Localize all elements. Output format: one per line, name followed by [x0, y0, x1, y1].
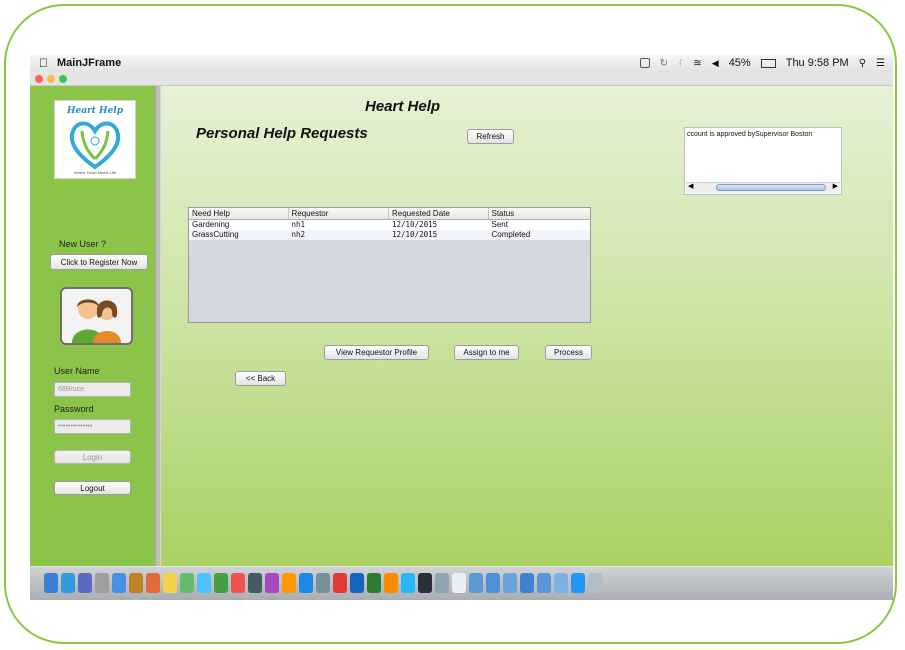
column-header-requested-date[interactable]: Requested Date	[389, 208, 489, 219]
dock-app-icon[interactable]	[367, 573, 381, 593]
notification-center-icon[interactable]: ☰	[876, 58, 885, 69]
dock	[30, 566, 893, 600]
minimize-window-button[interactable]	[47, 75, 55, 83]
battery-icon[interactable]	[760, 58, 776, 68]
cell-status: Completed	[491, 230, 531, 239]
battery-percent: 45%	[728, 57, 751, 69]
sidebar-panel: Heart Help Where Heart Meets Life New Us…	[30, 86, 155, 566]
cell-requested-date: 12/10/2015	[392, 220, 438, 229]
dock-app-icon[interactable]	[129, 573, 143, 593]
scroll-left-icon[interactable]: ◀	[688, 182, 693, 190]
dock-app-icon[interactable]	[248, 573, 262, 593]
table-row[interactable]: GrassCutting nh2 12/10/2015 Completed	[189, 230, 590, 240]
dock-app-icon[interactable]	[384, 573, 398, 593]
cell-requestor: nh1	[291, 220, 306, 229]
dock-app-icon[interactable]	[486, 573, 500, 593]
dock-app-icon[interactable]	[231, 573, 245, 593]
main-window-content: Heart Help Where Heart Meets Life New Us…	[30, 86, 893, 566]
dock-app-icon[interactable]	[61, 573, 75, 593]
dock-app-icon[interactable]	[537, 573, 551, 593]
refresh-button[interactable]: Refresh	[467, 129, 514, 144]
wifi-icon[interactable]: ≋	[693, 58, 701, 69]
assign-to-me-button[interactable]: Assign to me	[454, 345, 519, 360]
dock-icons	[44, 573, 602, 593]
menu-bar:  MainJFrame ↻ ᛮ ≋ ◀ 45% Thu 9:58 PM ⚲ ☰	[30, 55, 893, 72]
dock-app-icon[interactable]	[95, 573, 109, 593]
cell-need-help: GrassCutting	[192, 230, 239, 239]
back-button[interactable]: << Back	[235, 371, 286, 386]
dock-app-icon[interactable]	[112, 573, 126, 593]
section-title: Personal Help Requests	[196, 125, 368, 142]
dock-app-icon[interactable]	[197, 573, 211, 593]
table-header: Need Help Requestor Requested Date Statu…	[189, 208, 590, 220]
window-manager-icon[interactable]	[639, 58, 650, 68]
requests-table: Need Help Requestor Requested Date Statu…	[188, 207, 591, 323]
page-title: Heart Help	[365, 98, 441, 115]
dock-app-icon[interactable]	[554, 573, 568, 593]
volume-icon[interactable]: ◀	[712, 58, 719, 69]
dock-app-icon[interactable]	[435, 573, 449, 593]
dock-app-icon[interactable]	[265, 573, 279, 593]
register-button[interactable]: Click to Register Now	[50, 254, 148, 270]
close-window-button[interactable]	[35, 75, 43, 83]
window-titlebar	[30, 72, 893, 86]
username-input[interactable]: 68Bruce	[54, 382, 131, 397]
dock-app-icon[interactable]	[452, 573, 466, 593]
new-user-label: New User ?	[59, 239, 107, 249]
clock[interactable]: Thu 9:58 PM	[786, 57, 849, 69]
message-text-area[interactable]: ccount is approved bySupervisor Boston ◀…	[684, 127, 842, 195]
horizontal-scrollbar[interactable]: ◀ ▶	[686, 182, 840, 193]
logout-button[interactable]: Logout	[54, 481, 131, 495]
dock-app-icon[interactable]	[503, 573, 517, 593]
avatar	[60, 287, 133, 345]
dock-app-icon[interactable]	[571, 573, 585, 593]
cell-need-help: Gardening	[192, 220, 230, 229]
password-label: Password	[54, 404, 94, 414]
scrollbar-thumb[interactable]	[716, 184, 826, 191]
cell-requestor: nh2	[291, 230, 306, 239]
status-area: ↻ ᛮ ≋ ◀ 45% Thu 9:58 PM ⚲ ☰	[639, 57, 885, 69]
view-requestor-profile-button[interactable]: View Requestor Profile	[324, 345, 429, 360]
password-input[interactable]: ••••••••••••••	[54, 419, 131, 434]
spotlight-search-icon[interactable]: ⚲	[859, 58, 866, 69]
dock-app-icon[interactable]	[146, 573, 160, 593]
process-button[interactable]: Process	[545, 345, 592, 360]
heart-logo-icon	[69, 121, 121, 170]
dock-app-icon[interactable]	[163, 573, 177, 593]
dock-app-icon[interactable]	[180, 573, 194, 593]
dock-app-icon[interactable]	[418, 573, 432, 593]
dock-app-icon[interactable]	[520, 573, 534, 593]
logo-tagline: Where Heart Meets Life	[73, 170, 117, 175]
zoom-window-button[interactable]	[59, 75, 67, 83]
username-label: User Name	[54, 366, 100, 376]
scroll-right-icon[interactable]: ▶	[833, 182, 838, 190]
split-pane-divider[interactable]	[155, 86, 161, 566]
users-avatar-icon	[72, 299, 121, 343]
dock-app-icon[interactable]	[469, 573, 483, 593]
message-text: ccount is approved bySupervisor Boston	[687, 131, 813, 138]
dock-app-icon[interactable]	[316, 573, 330, 593]
column-header-need-help[interactable]: Need Help	[189, 208, 289, 219]
dock-app-icon[interactable]	[401, 573, 415, 593]
cell-status: Sent	[491, 220, 508, 229]
dock-app-icon[interactable]	[333, 573, 347, 593]
heart-help-logo: Heart Help Where Heart Meets Life	[54, 100, 136, 179]
dock-app-icon[interactable]	[350, 573, 364, 593]
app-menu-title[interactable]: MainJFrame	[57, 57, 121, 69]
dock-app-icon[interactable]	[214, 573, 228, 593]
desktop-screen:  MainJFrame ↻ ᛮ ≋ ◀ 45% Thu 9:58 PM ⚲ ☰…	[30, 55, 893, 600]
login-button[interactable]: Login	[54, 450, 131, 464]
dock-app-icon[interactable]	[44, 573, 58, 593]
bluetooth-icon[interactable]: ᛮ	[678, 58, 683, 68]
cell-requested-date: 12/10/2015	[392, 230, 438, 239]
time-machine-icon[interactable]: ↻	[660, 58, 668, 69]
dock-app-icon[interactable]	[282, 573, 296, 593]
dock-app-icon[interactable]	[299, 573, 313, 593]
apple-menu-icon[interactable]: 	[39, 56, 48, 70]
column-header-requestor[interactable]: Requestor	[289, 208, 389, 219]
dock-app-icon[interactable]	[78, 573, 92, 593]
dock-app-icon[interactable]	[588, 573, 602, 593]
table-row[interactable]: Gardening nh1 12/10/2015 Sent	[189, 220, 590, 230]
column-header-status[interactable]: Status	[489, 208, 590, 219]
